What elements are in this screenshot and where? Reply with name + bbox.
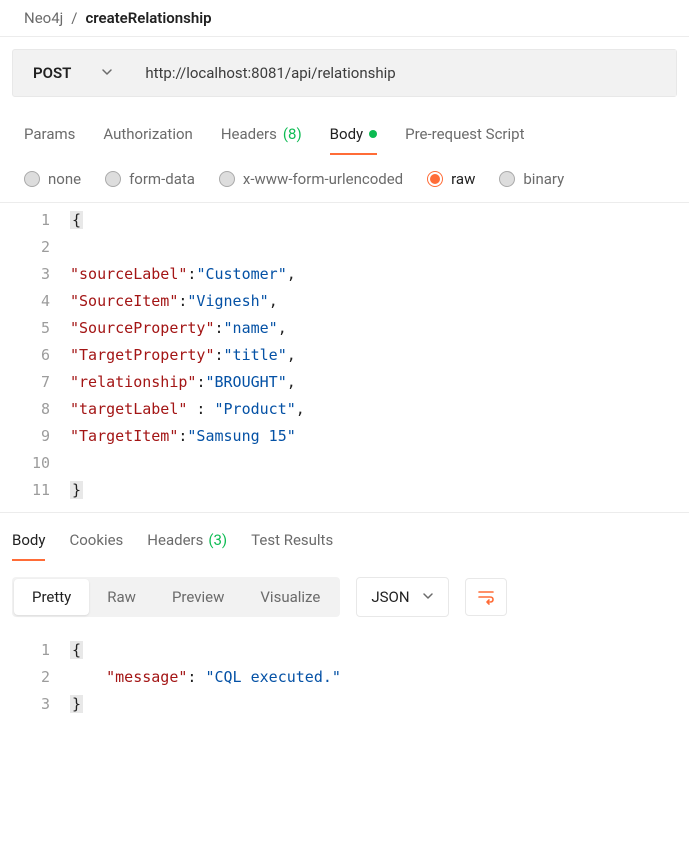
request-bar: POST http://localhost:8081/api/relations… xyxy=(12,49,677,97)
tab-params[interactable]: Params xyxy=(24,117,75,155)
tab-prerequest[interactable]: Pre-request Script xyxy=(405,117,524,155)
chevron-down-icon xyxy=(101,64,113,82)
editor-content[interactable]: { "sourceLabel":"Customer","SourceItem":… xyxy=(70,207,689,504)
body-type-formdata[interactable]: form-data xyxy=(105,170,195,188)
response-tab-body[interactable]: Body xyxy=(12,525,45,561)
body-type-xwww[interactable]: x-www-form-urlencoded xyxy=(219,170,403,188)
body-type-formdata-label: form-data xyxy=(129,170,195,188)
format-dropdown[interactable]: JSON xyxy=(356,577,448,617)
radio-icon xyxy=(427,171,443,187)
breadcrumb-separator: / xyxy=(71,9,77,27)
editor-gutter: 1234567891011 xyxy=(0,207,70,504)
breadcrumb-request[interactable]: createRelationship xyxy=(85,9,211,27)
format-label: JSON xyxy=(371,588,409,606)
radio-icon xyxy=(105,171,121,187)
body-type-none[interactable]: none xyxy=(24,170,81,188)
breadcrumb-collection[interactable]: Neo4j xyxy=(24,9,63,27)
tab-body[interactable]: Body xyxy=(330,117,377,155)
body-type-xwww-label: x-www-form-urlencoded xyxy=(243,170,403,188)
url-input[interactable]: http://localhost:8081/api/relationship xyxy=(133,50,676,96)
body-indicator-icon xyxy=(369,130,377,138)
method-dropdown[interactable]: POST xyxy=(13,50,133,96)
body-type-binary[interactable]: binary xyxy=(499,170,564,188)
editor-content[interactable]: { "message": "CQL executed."} xyxy=(70,637,689,718)
request-tabs: Params Authorization Headers (8) Body Pr… xyxy=(0,117,689,156)
radio-icon xyxy=(499,171,515,187)
tab-headers-label: Headers xyxy=(221,125,277,143)
body-type-raw[interactable]: raw xyxy=(427,170,475,188)
request-body-editor[interactable]: 1234567891011 { "sourceLabel":"Customer"… xyxy=(0,202,689,504)
wrap-icon xyxy=(476,587,496,607)
view-mode-tabs: Pretty Raw Preview Visualize xyxy=(12,577,340,617)
body-type-none-label: none xyxy=(48,170,81,188)
radio-icon xyxy=(219,171,235,187)
response-body-editor[interactable]: 123 { "message": "CQL executed."} xyxy=(0,633,689,718)
tab-authorization[interactable]: Authorization xyxy=(103,117,192,155)
tab-headers-count: (8) xyxy=(283,125,302,143)
response-tabs: Body Cookies Headers (3) Test Results xyxy=(0,513,689,561)
response-tab-headers-label: Headers xyxy=(147,531,203,549)
response-section: Body Cookies Headers (3) Test Results Pr… xyxy=(0,512,689,718)
view-pretty[interactable]: Pretty xyxy=(14,579,89,615)
method-label: POST xyxy=(33,64,71,82)
view-visualize[interactable]: Visualize xyxy=(242,579,338,615)
view-raw[interactable]: Raw xyxy=(89,579,154,615)
body-type-raw-label: raw xyxy=(451,170,475,188)
response-tab-headers-count: (3) xyxy=(208,531,227,549)
chevron-down-icon xyxy=(422,588,434,606)
body-type-options: none form-data x-www-form-urlencoded raw… xyxy=(0,156,689,202)
tab-headers[interactable]: Headers (8) xyxy=(221,117,302,155)
response-controls: Pretty Raw Preview Visualize JSON xyxy=(0,561,689,633)
view-preview[interactable]: Preview xyxy=(154,579,242,615)
body-type-binary-label: binary xyxy=(523,170,564,188)
editor-gutter: 123 xyxy=(0,637,70,718)
wrap-lines-button[interactable] xyxy=(465,578,507,616)
response-tab-headers[interactable]: Headers (3) xyxy=(147,525,227,561)
breadcrumb: Neo4j / createRelationship xyxy=(0,0,689,36)
radio-icon xyxy=(24,171,40,187)
response-tab-tests[interactable]: Test Results xyxy=(251,525,333,561)
response-tab-cookies[interactable]: Cookies xyxy=(69,525,123,561)
tab-body-label: Body xyxy=(330,125,363,143)
